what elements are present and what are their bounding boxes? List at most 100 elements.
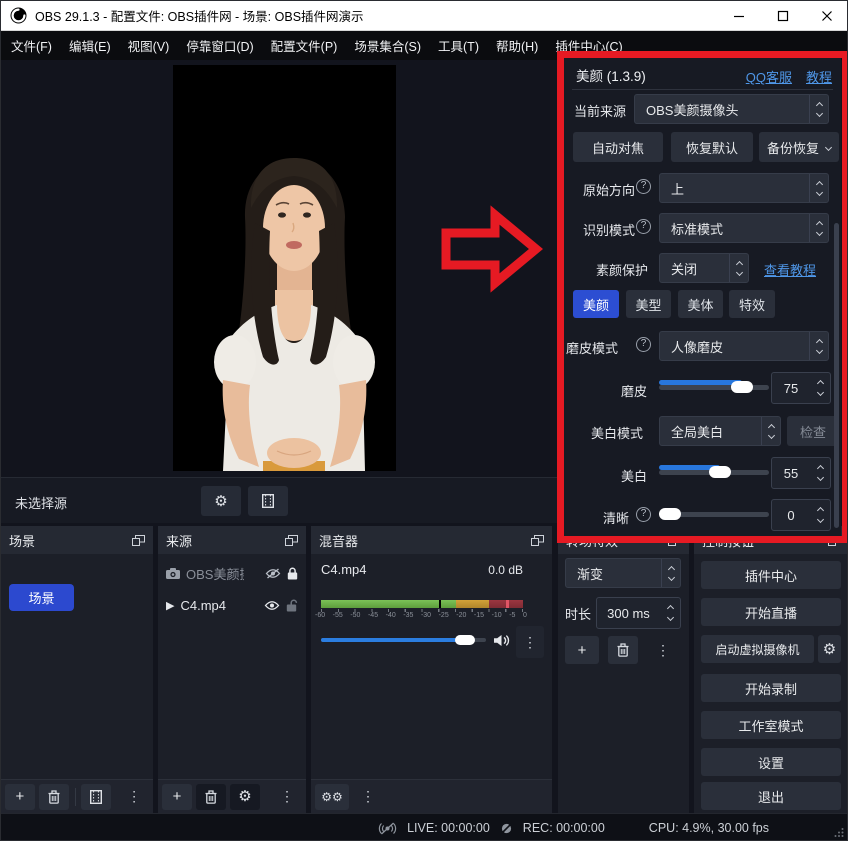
autofocus-button[interactable]: 自动对焦 [573, 132, 663, 162]
menu-file[interactable]: 文件(F) [11, 36, 52, 55]
protect-select[interactable]: 关闭 [659, 253, 749, 283]
duration-label: 时长 [565, 604, 591, 623]
slider-handle[interactable] [709, 466, 731, 478]
menu-scene-collection[interactable]: 场景集合(S) [354, 36, 421, 55]
popout-icon[interactable] [668, 535, 681, 546]
resize-grip[interactable] [834, 827, 844, 837]
popout-icon[interactable] [531, 535, 544, 546]
tutorial-link[interactable]: 教程 [806, 67, 832, 86]
minimize-button[interactable] [717, 1, 761, 31]
spinner-arrows-icon [661, 559, 680, 587]
whiten-mode-label: 美白模式 [591, 423, 643, 442]
beauty-panel-title: 美颜 (1.3.9) [576, 65, 646, 85]
check-button[interactable]: 检查 [787, 416, 839, 446]
spinner-arrows-icon [729, 254, 748, 282]
scene-item[interactable]: 场景 [9, 584, 74, 611]
clarity-value-spinbox[interactable]: 0 [771, 499, 831, 531]
titlebar: OBS 29.1.3 - 配置文件: OBS插件网 - 场景: OBS插件网演示 [1, 1, 848, 31]
volume-slider[interactable] [321, 634, 486, 646]
mixer-menu-button[interactable]: ⋮ [353, 784, 383, 810]
source-properties-button[interactable]: ⚙ [230, 784, 260, 810]
duration-spinbox[interactable]: 300 ms [596, 597, 681, 629]
source-row-media[interactable]: ▶ C4.mp4 [158, 590, 306, 620]
popout-icon[interactable] [828, 535, 841, 546]
scrollbar[interactable] [834, 223, 839, 528]
mixer-dock: 混音器 C4.mp4 0.0 dB -60-55-50 -45-40-35 -3… [311, 526, 552, 813]
smooth-mode-select[interactable]: 人像磨皮 [659, 331, 829, 361]
orientation-select[interactable]: 上 [659, 173, 829, 203]
plugin-center-button[interactable]: 插件中心 [701, 561, 841, 589]
status-bar: LIVE: 00:00:00 REC: 00:00:00 CPU: 4.9%, … [1, 813, 848, 841]
transition-type-select[interactable]: 渐变 [565, 558, 681, 588]
tab-reshape[interactable]: 美型 [626, 290, 671, 318]
scene-filters-button[interactable] [81, 784, 111, 810]
tab-beauty[interactable]: 美颜 [573, 290, 619, 318]
smooth-slider[interactable] [659, 380, 769, 394]
help-icon[interactable] [636, 507, 651, 522]
slider-handle[interactable] [455, 635, 475, 645]
record-inactive-icon [500, 822, 513, 835]
lock-closed-icon[interactable] [287, 567, 298, 580]
mixer-track-menu-button[interactable]: ⋮ [516, 626, 544, 658]
current-source-select[interactable]: OBS美颜摄像头 [634, 94, 829, 124]
source-row-camera[interactable]: OBS美颜摄像头 [158, 558, 306, 588]
menu-edit[interactable]: 编辑(E) [69, 36, 111, 55]
menu-help[interactable]: 帮助(H) [496, 36, 538, 55]
spinner-arrows-icon [761, 417, 780, 445]
advanced-audio-button[interactable]: ⚙⚙ [315, 784, 349, 810]
whiten-value-spinbox[interactable]: 55 [771, 457, 831, 489]
menu-docks[interactable]: 停靠窗口(D) [186, 36, 253, 55]
source-filters-button[interactable] [248, 486, 288, 516]
source-properties-button[interactable]: ⚙ [201, 486, 241, 516]
studio-mode-button[interactable]: 工作室模式 [701, 711, 841, 739]
add-scene-button[interactable]: + [5, 784, 35, 810]
menu-view[interactable]: 视图(V) [128, 36, 170, 55]
qq-support-link[interactable]: QQ客服 [746, 67, 792, 86]
sources-menu-button[interactable]: ⋮ [272, 784, 302, 810]
backup-restore-button[interactable]: 备份恢复 [759, 132, 839, 162]
popout-icon[interactable] [132, 535, 145, 546]
clarity-label: 清晰 [603, 508, 629, 527]
exit-button[interactable]: 退出 [701, 782, 841, 810]
eye-icon[interactable] [264, 600, 280, 611]
view-tutorial-link[interactable]: 查看教程 [764, 260, 816, 279]
help-icon[interactable] [636, 337, 651, 352]
remove-transition-button[interactable] [608, 636, 638, 664]
speaker-icon[interactable] [493, 634, 510, 647]
start-recording-button[interactable]: 开始录制 [701, 674, 841, 702]
help-icon[interactable] [636, 179, 651, 194]
smooth-value-spinbox[interactable]: 75 [771, 372, 831, 404]
detect-mode-select[interactable]: 标准模式 [659, 213, 829, 243]
add-source-button[interactable]: + [162, 784, 192, 810]
start-virtual-camera-button[interactable]: 启动虚拟摄像机 [701, 635, 814, 663]
popout-icon[interactable] [285, 535, 298, 546]
slider-handle[interactable] [731, 381, 753, 393]
menu-tools[interactable]: 工具(T) [438, 36, 479, 55]
whiten-mode-select[interactable]: 全局美白 [659, 416, 781, 446]
whiten-slider[interactable] [659, 465, 769, 479]
red-arrow-annotation [439, 205, 543, 298]
maximize-button[interactable] [761, 1, 805, 31]
tab-effects[interactable]: 特效 [729, 290, 775, 318]
eye-slash-icon[interactable] [265, 568, 281, 579]
tab-body[interactable]: 美体 [678, 290, 723, 318]
remove-source-button[interactable] [196, 784, 226, 810]
virtual-camera-settings-button[interactable]: ⚙ [818, 635, 841, 663]
camera-icon [166, 568, 180, 579]
filter-icon [90, 790, 102, 804]
spinner-arrows-icon [810, 508, 830, 522]
lock-open-icon[interactable] [286, 599, 298, 612]
transition-menu-button[interactable]: ⋮ [648, 636, 678, 664]
help-icon[interactable] [636, 219, 651, 234]
menu-profile[interactable]: 配置文件(P) [271, 36, 338, 55]
clarity-slider[interactable] [659, 507, 769, 521]
scenes-menu-button[interactable]: ⋮ [119, 784, 149, 810]
restore-default-button[interactable]: 恢复默认 [671, 132, 753, 162]
remove-scene-button[interactable] [39, 784, 69, 810]
add-transition-button[interactable]: + [565, 636, 599, 664]
menu-plugin-center[interactable]: 插件中心(C) [555, 36, 622, 55]
close-button[interactable] [805, 1, 848, 31]
start-streaming-button[interactable]: 开始直播 [701, 598, 841, 626]
settings-button[interactable]: 设置 [701, 748, 841, 776]
slider-handle[interactable] [659, 508, 681, 520]
